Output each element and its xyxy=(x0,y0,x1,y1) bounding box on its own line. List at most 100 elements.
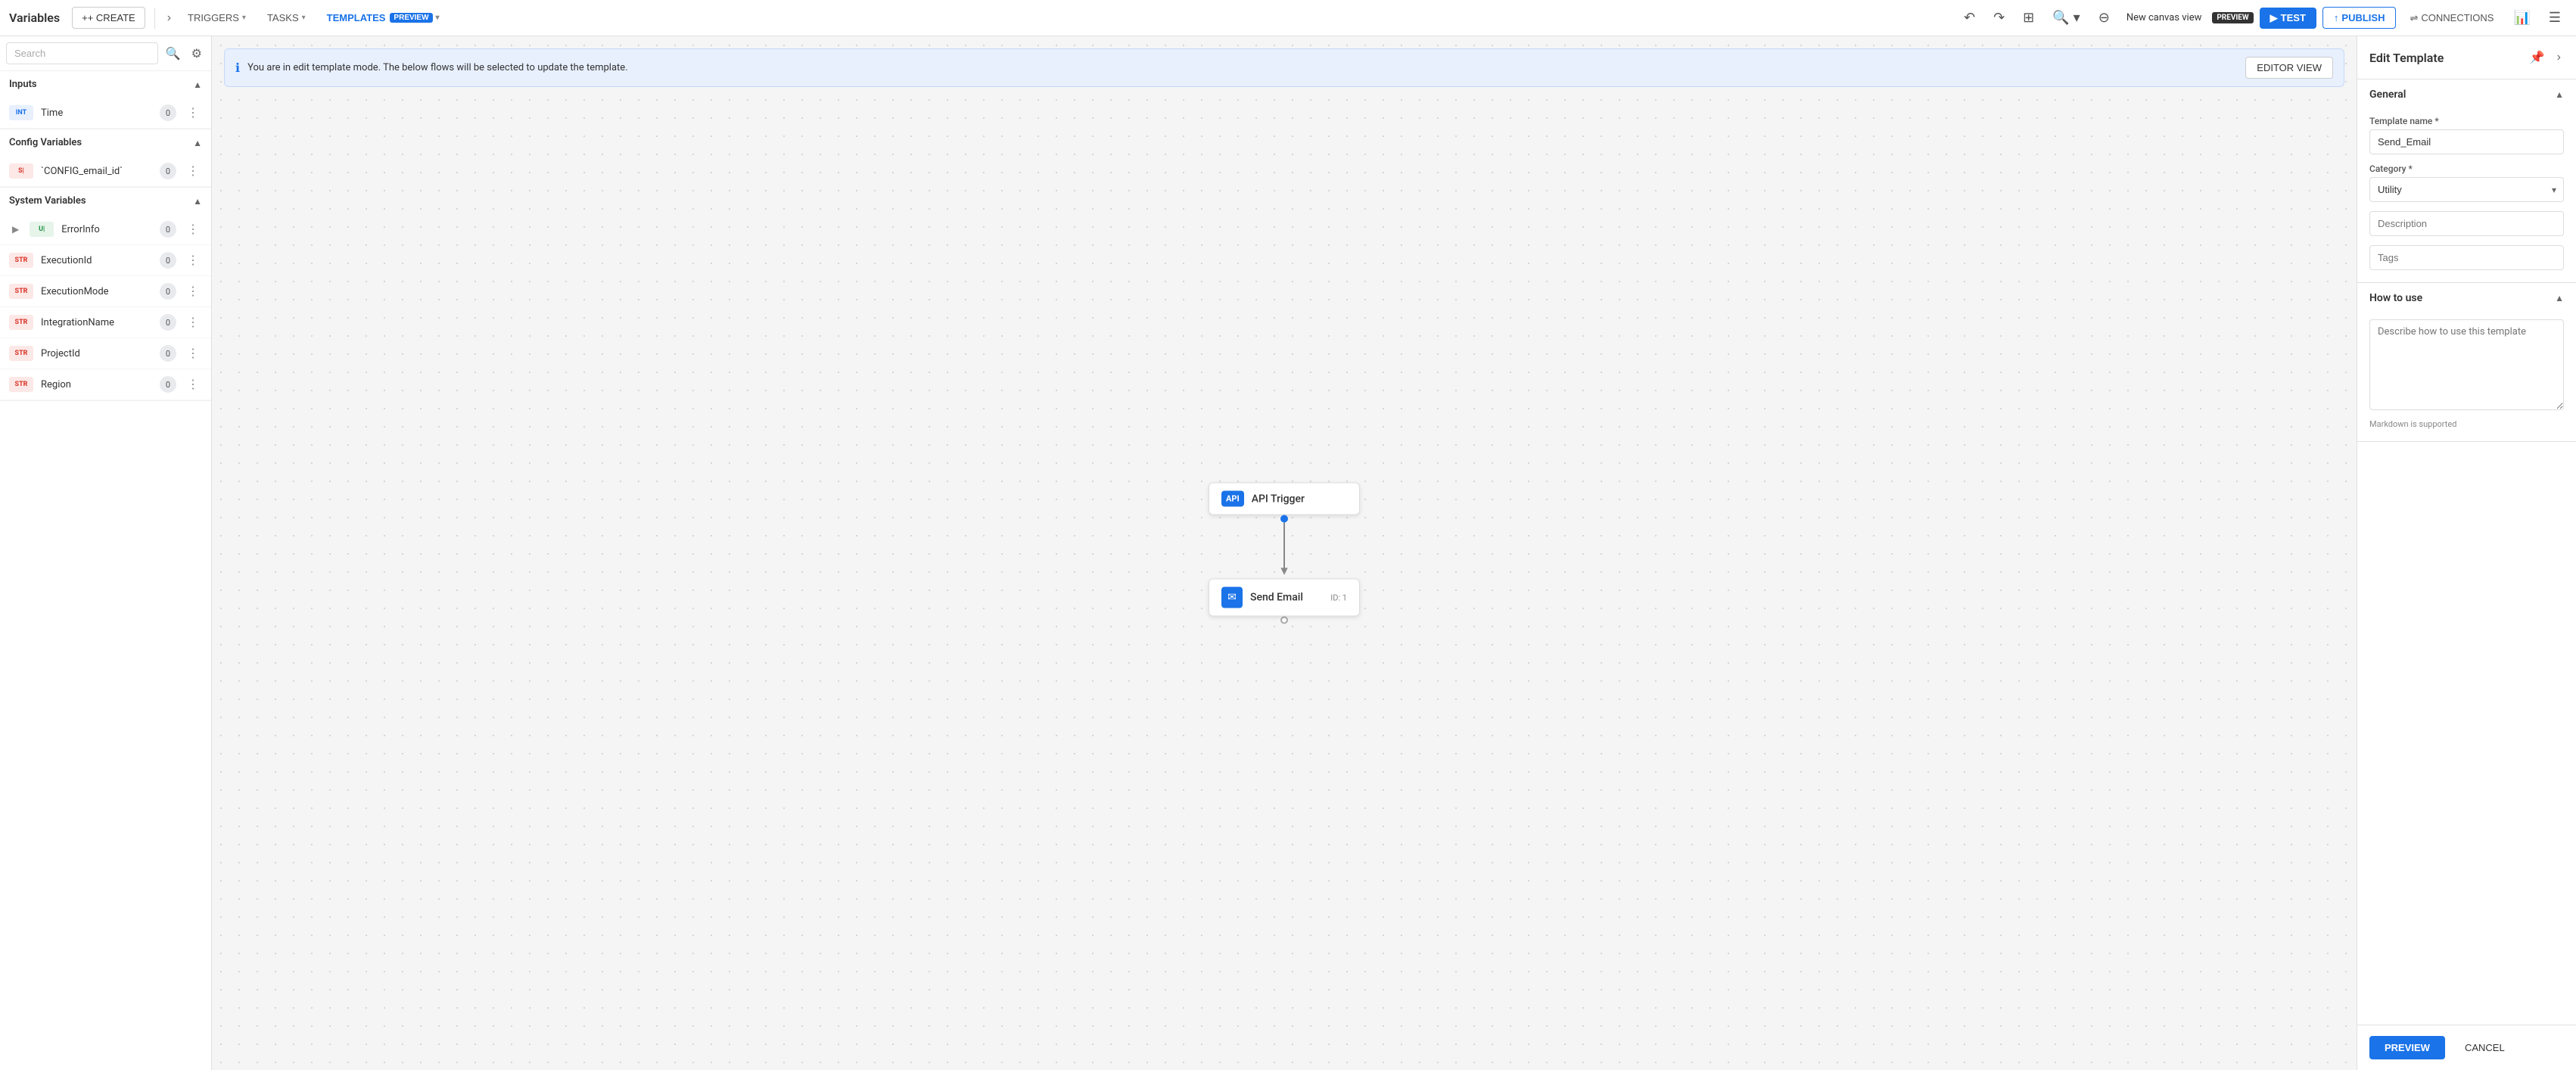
system-count-executionmode: 0 xyxy=(160,283,176,300)
system-name-errorinfo: ErrorInfo xyxy=(61,224,152,235)
sidebar-search-row: 🔍 ⚙ xyxy=(0,36,211,71)
int-badge: INT xyxy=(9,105,33,120)
system-section-header[interactable]: System Variables ▲ xyxy=(0,188,211,214)
category-field: Category * Utility Marketing Operations … xyxy=(2369,163,2564,202)
str-badge-region: STR xyxy=(9,377,33,392)
markdown-hint: Markdown is supported xyxy=(2369,419,2564,429)
triggers-tab[interactable]: TRIGGERS ▾ xyxy=(180,8,254,28)
errorinfo-expand-button[interactable]: ▶ xyxy=(9,222,22,236)
analytics-button[interactable]: 📊 xyxy=(2507,5,2536,30)
canvas-flow: API API Trigger ▼ ✉ Send Email ID: 1 xyxy=(1209,483,1360,624)
general-section-body: Template name * Category * Utility Marke… xyxy=(2357,110,2576,282)
system-name-region: Region xyxy=(41,379,152,390)
api-trigger-node[interactable]: API API Trigger xyxy=(1209,483,1360,515)
zoom-button[interactable]: 🔍 ▾ xyxy=(2046,5,2086,30)
left-sidebar: 🔍 ⚙ Inputs ▲ INT Time 0 ⋮ Config Variabl… xyxy=(0,36,212,1070)
config-menu[interactable]: ⋮ xyxy=(184,162,202,180)
search-input[interactable] xyxy=(6,42,158,64)
nav-divider-1 xyxy=(154,8,155,29)
category-label: Category * xyxy=(2369,163,2564,174)
system-menu-region[interactable]: ⋮ xyxy=(184,375,202,393)
search-icon[interactable]: 🔍 xyxy=(163,43,184,64)
input-name-time: Time xyxy=(41,107,152,119)
general-section-header[interactable]: General ▲ xyxy=(2357,79,2576,110)
layout-button[interactable]: ⊞ xyxy=(2017,5,2040,30)
collapse-sidebar-button[interactable]: › xyxy=(164,8,174,28)
system-menu-executionmode[interactable]: ⋮ xyxy=(184,282,202,300)
config-chevron-icon: ▲ xyxy=(193,138,202,148)
canvas-info-bar: ℹ You are in edit template mode. The bel… xyxy=(224,48,2344,87)
system-menu-integrationname[interactable]: ⋮ xyxy=(184,313,202,331)
category-select[interactable]: Utility Marketing Operations IT xyxy=(2369,177,2564,202)
templates-tab[interactable]: TEMPLATES PREVIEW ▾ xyxy=(319,8,447,28)
config-section-header[interactable]: Config Variables ▲ xyxy=(0,129,211,156)
api-trigger-label: API Trigger xyxy=(1252,493,1305,505)
system-menu-errorinfo[interactable]: ⋮ xyxy=(184,220,202,238)
create-label: + CREATE xyxy=(88,12,135,23)
filter-icon[interactable]: ⚙ xyxy=(188,43,205,64)
tasks-label: TASKS xyxy=(267,12,299,23)
right-panel: Edit Template 📌 › General ▲ Template nam… xyxy=(2357,36,2576,1070)
right-panel-title: Edit Template xyxy=(2369,51,2444,65)
tags-input[interactable] xyxy=(2369,245,2564,270)
publish-label: PUBLISH xyxy=(2341,12,2385,23)
inputs-item[interactable]: INT Time 0 ⋮ xyxy=(0,98,211,129)
system-menu-projectid[interactable]: ⋮ xyxy=(184,344,202,362)
system-item-executionid[interactable]: STR ExecutionId 0 ⋮ xyxy=(0,245,211,276)
description-input[interactable] xyxy=(2369,211,2564,236)
test-label: TEST xyxy=(2281,12,2306,23)
templates-chevron: ▾ xyxy=(436,14,440,22)
template-name-label: Template name * xyxy=(2369,116,2564,126)
menu-button[interactable]: ☰ xyxy=(2543,5,2567,30)
system-name-executionmode: ExecutionMode xyxy=(41,286,152,297)
canvas-info-text: You are in edit template mode. The below… xyxy=(247,62,2238,73)
tasks-tab[interactable]: TASKS ▾ xyxy=(260,8,313,28)
templates-preview-badge: PREVIEW xyxy=(390,13,432,23)
system-count-errorinfo: 0 xyxy=(160,221,176,238)
system-item-errorinfo[interactable]: ▶ U| ErrorInfo 0 ⋮ xyxy=(0,214,211,245)
tags-field xyxy=(2369,245,2564,270)
connector-start-dot xyxy=(1280,515,1288,523)
publish-button[interactable]: ↑ PUBLISH xyxy=(2322,7,2397,29)
connections-button[interactable]: ⇌ CONNECTIONS xyxy=(2402,8,2501,29)
config-count: 0 xyxy=(160,163,176,179)
str-badge-config: S| xyxy=(9,163,33,179)
connector-line xyxy=(1283,523,1285,568)
zoom-out-button[interactable]: ⊖ xyxy=(2092,5,2116,30)
str-badge-execmode: STR xyxy=(9,284,33,299)
right-panel-actions: 📌 › xyxy=(2527,47,2564,68)
system-item-executionmode[interactable]: STR ExecutionMode 0 ⋮ xyxy=(0,276,211,307)
send-email-node[interactable]: ✉ Send Email ID: 1 xyxy=(1209,579,1360,617)
connections-icon: ⇌ xyxy=(2410,12,2418,24)
system-item-region[interactable]: STR Region 0 ⋮ xyxy=(0,369,211,400)
str-badge-execid: STR xyxy=(9,253,33,268)
undo-button[interactable]: ↶ xyxy=(1958,5,1981,30)
system-item-integrationname[interactable]: STR IntegrationName 0 ⋮ xyxy=(0,307,211,338)
pin-button[interactable]: 📌 xyxy=(2527,47,2548,68)
triggers-label: TRIGGERS xyxy=(188,12,239,23)
system-variables-section: System Variables ▲ ▶ U| ErrorInfo 0 ⋮ ST… xyxy=(0,188,211,401)
create-button[interactable]: + + CREATE xyxy=(72,7,145,29)
email-icon: ✉ xyxy=(1221,587,1243,608)
test-button[interactable]: ▶ TEST xyxy=(2260,8,2316,29)
how-to-use-section-header[interactable]: How to use ▲ xyxy=(2357,283,2576,313)
cancel-button[interactable]: CANCEL xyxy=(2453,1036,2517,1059)
system-menu-executionid[interactable]: ⋮ xyxy=(184,251,202,269)
redo-button[interactable]: ↷ xyxy=(1987,5,2011,30)
system-item-projectid[interactable]: STR ProjectId 0 ⋮ xyxy=(0,338,211,369)
template-name-input[interactable] xyxy=(2369,129,2564,154)
input-menu-time[interactable]: ⋮ xyxy=(184,104,202,122)
preview-button[interactable]: PREVIEW xyxy=(2369,1036,2445,1059)
canvas-area[interactable]: ℹ You are in edit template mode. The bel… xyxy=(212,36,2357,1070)
system-name-projectid: ProjectId xyxy=(41,348,152,359)
editor-view-button[interactable]: EDITOR VIEW xyxy=(2245,57,2333,79)
config-item[interactable]: S| `CONFIG_email_id` 0 ⋮ xyxy=(0,156,211,187)
connector-end-dot xyxy=(1280,617,1288,624)
flow-connector-2 xyxy=(1280,617,1288,624)
close-panel-button[interactable]: › xyxy=(2554,48,2564,67)
how-to-use-textarea[interactable] xyxy=(2369,319,2564,410)
inputs-section-header[interactable]: Inputs ▲ xyxy=(0,71,211,98)
publish-icon: ↑ xyxy=(2334,12,2339,23)
obj-badge-errorinfo: U| xyxy=(30,222,54,237)
how-to-use-chevron-icon: ▲ xyxy=(2555,293,2564,303)
